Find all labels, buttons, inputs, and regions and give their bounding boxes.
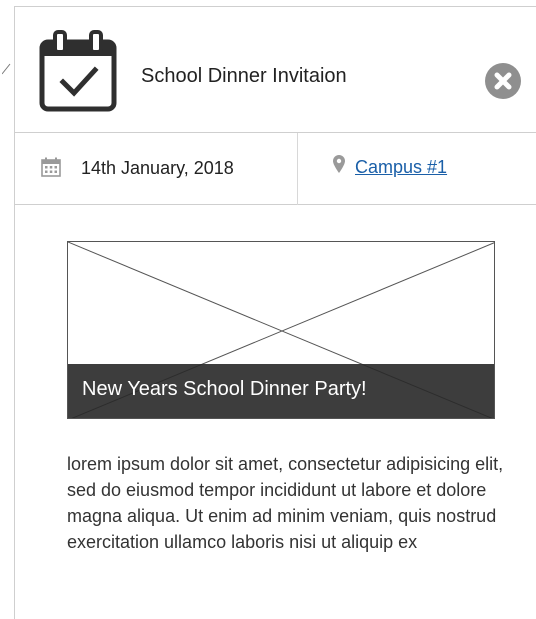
event-date: 14th January, 2018	[81, 158, 234, 178]
calendar-check-icon	[39, 30, 117, 112]
event-header: School Dinner Invitaion	[15, 7, 536, 133]
map-pin-icon	[333, 155, 345, 173]
close-button[interactable]	[485, 63, 521, 99]
meta-divider	[297, 133, 298, 205]
event-description: lorem ipsum dolor sit amet, consectetur …	[67, 454, 504, 552]
event-title: School Dinner Invitaion	[141, 65, 347, 87]
image-caption: New Years School Dinner Party!	[82, 378, 367, 400]
side-chevron-icon	[2, 63, 11, 75]
location-link[interactable]: Campus #1	[355, 157, 447, 178]
close-circle-icon	[494, 72, 512, 90]
event-card: School Dinner Invitaion 14th January, 20…	[14, 6, 536, 619]
event-meta-row: 14th January, 2018 Campus #1	[15, 133, 536, 205]
image-caption-bar: New Years School Dinner Party!	[68, 364, 494, 418]
calendar-icon	[41, 157, 61, 177]
event-image-placeholder: New Years School Dinner Party!	[67, 241, 495, 419]
